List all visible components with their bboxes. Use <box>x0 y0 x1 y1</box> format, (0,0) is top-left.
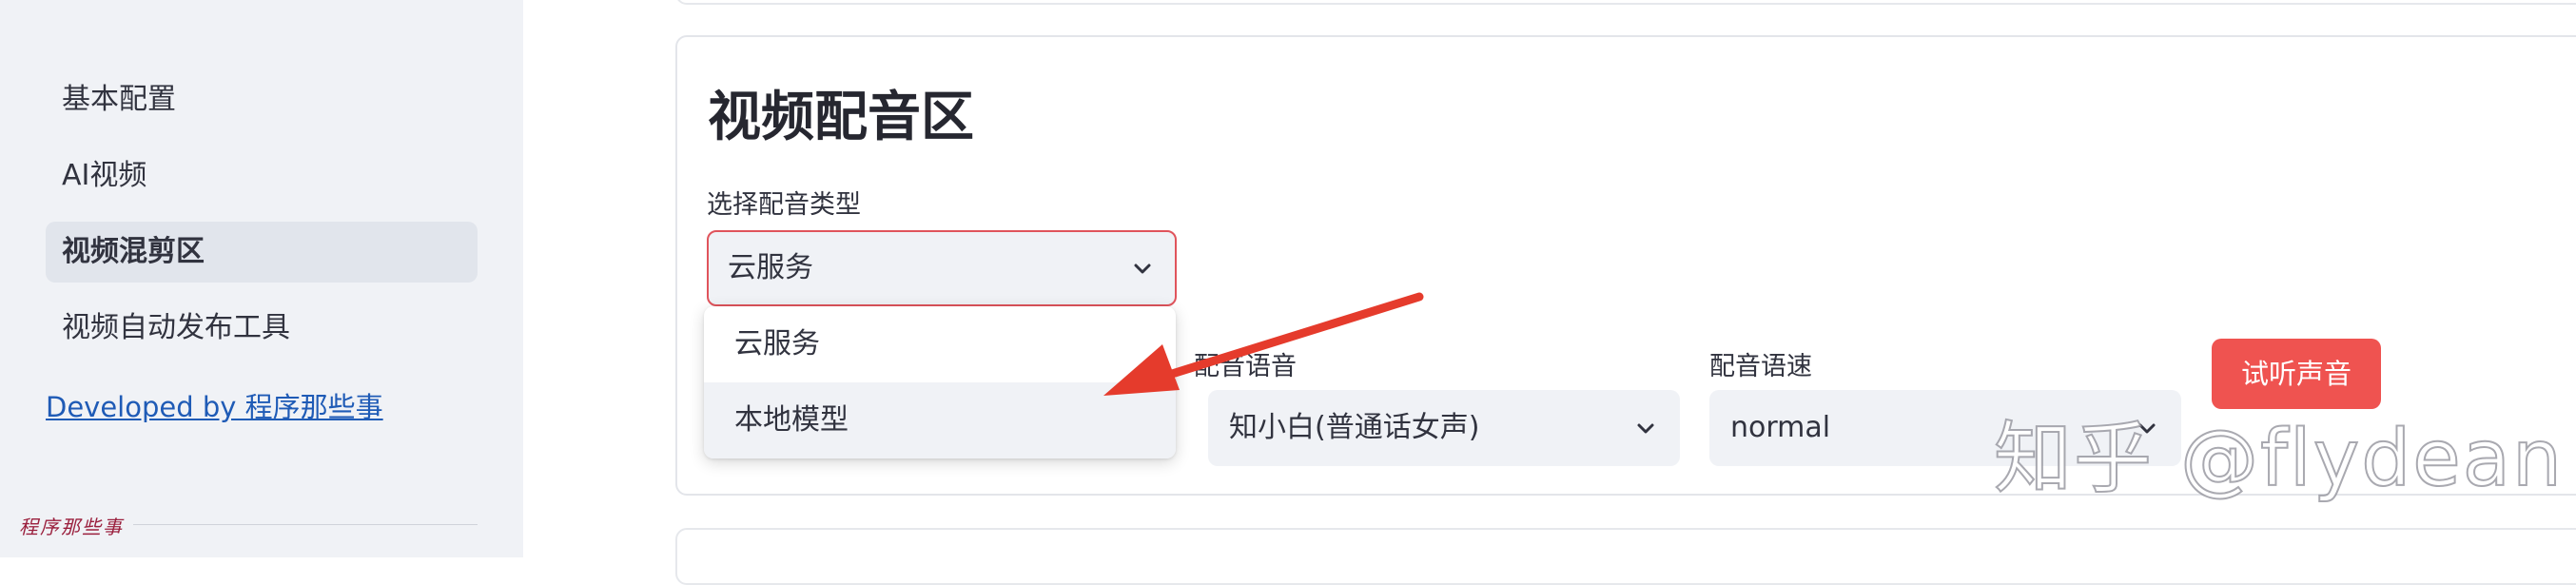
sidebar-item-basic-config[interactable]: 基本配置 <box>46 69 478 130</box>
sidebar-divider <box>133 524 478 525</box>
voice-type-select[interactable]: 云服务 <box>707 230 1177 306</box>
previous-card <box>675 0 2576 5</box>
chevron-down-icon <box>1134 263 1151 274</box>
watermark: 知乎 @flydean <box>1993 413 2564 505</box>
chevron-down-icon <box>1637 423 1654 434</box>
voice-value: 知小白(普通话女声) <box>1229 411 1480 444</box>
sidebar-item-video-remix[interactable]: 视频混剪区 <box>46 222 478 283</box>
voice-label: 配音语音 <box>1194 352 1297 381</box>
sidebar-item-auto-publish[interactable]: 视频自动发布工具 <box>46 298 478 359</box>
option-local-model[interactable]: 本地模型 <box>704 382 1176 458</box>
speed-value: normal <box>1730 411 1831 444</box>
section-title: 视频配音区 <box>708 87 974 148</box>
voice-type-label: 选择配音类型 <box>707 190 861 220</box>
next-card <box>675 528 2576 585</box>
voice-type-value: 云服务 <box>728 251 813 284</box>
voice-select[interactable]: 知小白(普通话女声) <box>1208 390 1680 466</box>
voice-type-dropdown: 云服务 本地模型 <box>704 306 1176 458</box>
developed-by-link[interactable]: Developed by 程序那些事 <box>46 385 383 425</box>
signature-logo: 程序那些事 <box>19 516 124 538</box>
speed-label: 配音语速 <box>1709 352 1812 381</box>
option-cloud-service[interactable]: 云服务 <box>704 306 1176 382</box>
sidebar-item-ai-video[interactable]: AI视频 <box>46 146 478 206</box>
sidebar: 基本配置 AI视频 视频混剪区 视频自动发布工具 Developed by 程序… <box>0 0 523 557</box>
